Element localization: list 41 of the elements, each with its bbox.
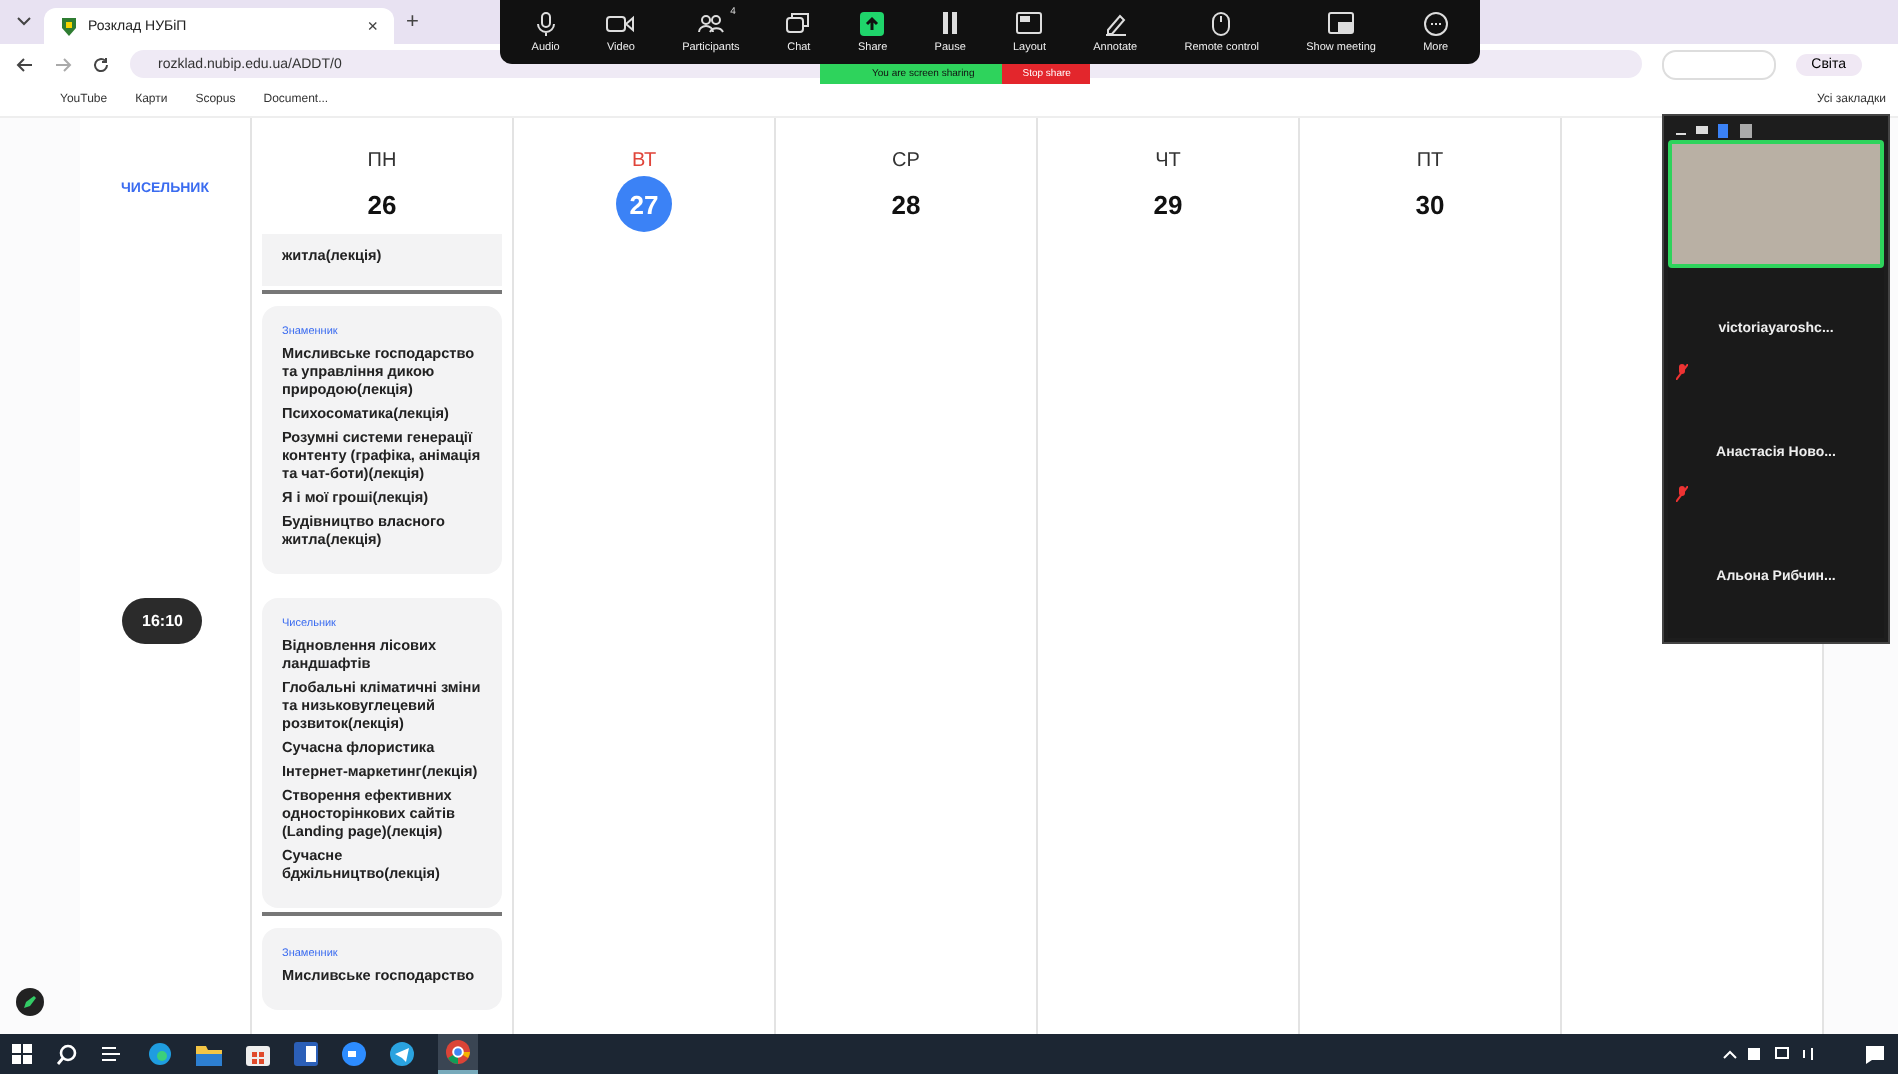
- camera-icon: [606, 13, 635, 33]
- day-date[interactable]: 30: [1402, 176, 1458, 232]
- new-tab-button[interactable]: +: [406, 10, 419, 34]
- document-app-icon[interactable]: [294, 1042, 318, 1066]
- pause-icon: [940, 12, 961, 34]
- weekday-label: ЧТ: [1155, 150, 1181, 172]
- store-icon[interactable]: [246, 1042, 270, 1066]
- share-screen-icon: [860, 11, 885, 35]
- tab-list-icon[interactable]: [16, 14, 32, 30]
- video-app-icon[interactable]: [342, 1042, 366, 1066]
- mouse-icon: [1212, 11, 1231, 35]
- back-icon[interactable]: [16, 55, 34, 73]
- reload-icon[interactable]: [92, 55, 110, 73]
- day-date[interactable]: 27: [616, 176, 672, 232]
- close-tab-button[interactable]: ×: [367, 16, 378, 36]
- muted-microphone-icon: [1676, 486, 1688, 503]
- weekday-label: ВТ: [631, 150, 657, 172]
- window-icon: [1328, 12, 1355, 34]
- layout-icon: [1016, 12, 1043, 34]
- day-date[interactable]: 26: [354, 176, 410, 232]
- weekday-label: ПТ: [1416, 150, 1444, 172]
- weekday-label: СР: [892, 150, 920, 172]
- folder-icon[interactable]: [196, 1043, 222, 1065]
- microphone-icon: [533, 11, 558, 35]
- day-date[interactable]: 28: [878, 176, 934, 232]
- search-icon[interactable]: [56, 1043, 78, 1065]
- windows-start-icon[interactable]: [12, 1044, 32, 1064]
- view-options-icon[interactable]: [1676, 123, 1756, 137]
- browser-icon[interactable]: [148, 1042, 172, 1066]
- site-icon: [60, 17, 78, 35]
- notification-icon[interactable]: [1864, 1043, 1886, 1065]
- weekday-label: ПН: [367, 150, 397, 172]
- messenger-icon[interactable]: [390, 1042, 414, 1066]
- day-date[interactable]: 29: [1140, 176, 1196, 232]
- pen-icon: [1103, 11, 1128, 35]
- people-icon: [697, 12, 724, 34]
- muted-microphone-icon: [1676, 363, 1688, 380]
- edit-circle-icon[interactable]: [16, 988, 44, 1016]
- more-icon: [1423, 11, 1448, 35]
- chat-icon: [786, 11, 811, 35]
- task-view-icon[interactable]: [102, 1044, 124, 1064]
